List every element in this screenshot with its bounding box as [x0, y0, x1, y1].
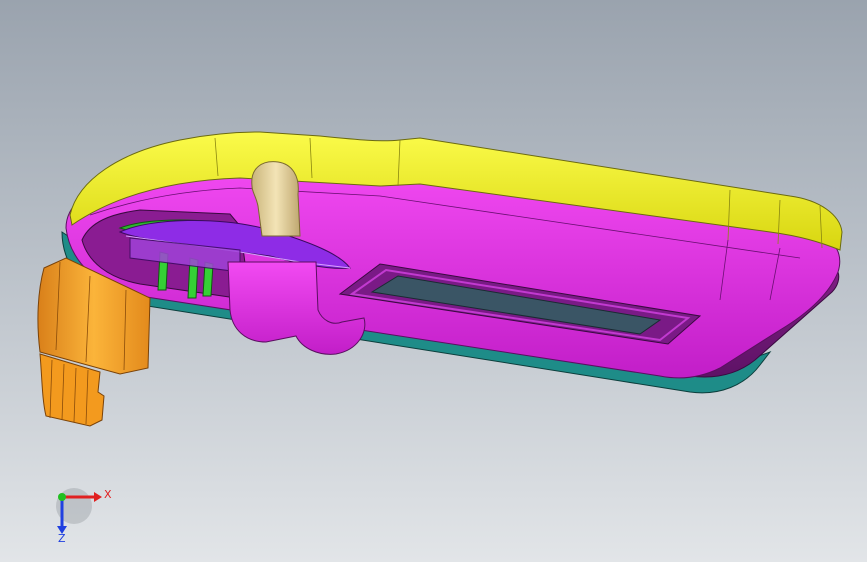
- z-axis-label: Z: [58, 532, 66, 544]
- x-axis-arrowhead: [94, 492, 102, 502]
- x-axis-label: X: [104, 488, 112, 501]
- cad-viewport[interactable]: [0, 0, 867, 562]
- y-axis-dot: [58, 493, 66, 501]
- coordinate-triad: X Z: [48, 484, 118, 545]
